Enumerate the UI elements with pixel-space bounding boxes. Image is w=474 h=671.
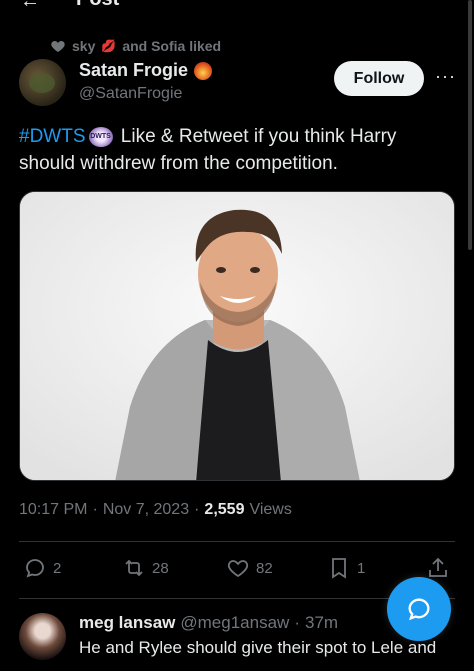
action-bar: 2 28 82 1 xyxy=(19,556,455,586)
tweet-date[interactable]: Nov 7, 2023 xyxy=(103,501,189,519)
tweet-text-line1: Like & Retweet if you think Harry xyxy=(115,126,397,147)
top-bar: ← Post xyxy=(0,0,474,12)
bookmark-icon xyxy=(332,558,346,579)
tweet-text-line2: should withdrew from the competition. xyxy=(19,153,338,174)
reply-icon xyxy=(26,559,44,578)
author-info[interactable]: Satan Frogie @SatanFrogie xyxy=(79,60,213,103)
tweet-time[interactable]: 10:17 PM xyxy=(19,501,87,519)
reply-header: meg lansaw @meg1ansaw · 37m xyxy=(79,613,338,633)
reply-text: He and Rylee should give their spot to L… xyxy=(79,638,437,657)
hashtag-link[interactable]: #DWTS xyxy=(19,126,86,147)
meta-separator: · xyxy=(92,501,98,518)
meta-separator: · xyxy=(194,501,200,518)
follow-button[interactable]: Follow xyxy=(334,61,424,96)
reply-author-name[interactable]: meg lansaw xyxy=(79,613,175,633)
scrollbar[interactable] xyxy=(468,0,472,250)
like-button[interactable]: 82 xyxy=(226,556,273,580)
back-arrow-icon[interactable]: ← xyxy=(20,0,40,12)
reply-separator: · xyxy=(294,613,300,632)
liked-by-prefix[interactable]: sky xyxy=(72,38,95,54)
tweet-image[interactable] xyxy=(19,191,455,481)
divider xyxy=(19,541,455,542)
author-display-name[interactable]: Satan Frogie xyxy=(79,60,188,81)
dwts-logo-icon: DWTS xyxy=(88,126,113,147)
repost-button[interactable]: 28 xyxy=(122,556,169,580)
bookmark-button[interactable]: 1 xyxy=(327,556,365,580)
repost-count: 28 xyxy=(152,559,169,577)
reply-avatar[interactable] xyxy=(19,613,66,660)
views-count[interactable]: 2,559 xyxy=(204,501,244,519)
views-label[interactable]: Views xyxy=(249,501,291,519)
reply-author-handle[interactable]: @meg1ansaw xyxy=(180,613,289,633)
page-title: Post xyxy=(76,0,119,11)
share-button[interactable] xyxy=(426,556,450,580)
reply-count: 2 xyxy=(53,559,62,577)
compose-bubble-icon xyxy=(408,598,430,621)
author-handle[interactable]: @SatanFrogie xyxy=(79,85,212,103)
man-portrait-illustration xyxy=(20,192,454,480)
tweet-body: #DWTS DWTS Like & Retweet if you think Ha… xyxy=(19,123,449,177)
repost-icon xyxy=(125,559,143,577)
share-icon xyxy=(429,557,447,577)
like-count: 82 xyxy=(256,559,273,577)
liked-by-suffix[interactable]: and Sofia liked xyxy=(122,38,221,54)
tweet-meta: 10:17 PM · Nov 7, 2023 · 2,559 Views xyxy=(19,501,292,519)
more-icon[interactable]: ··· xyxy=(435,66,456,87)
bookmark-count: 1 xyxy=(357,559,366,577)
lips-emoji: 💋 xyxy=(101,39,117,53)
compose-reply-button[interactable] xyxy=(387,577,451,641)
reply-time[interactable]: 37m xyxy=(305,613,338,633)
heart-icon xyxy=(51,41,65,52)
author-avatar[interactable] xyxy=(19,59,66,106)
social-context: sky 💋 and Sofia liked xyxy=(50,36,221,56)
heart-outline-icon xyxy=(227,560,249,578)
fire-emoji-icon xyxy=(194,61,213,80)
reply-button[interactable]: 2 xyxy=(23,556,61,580)
